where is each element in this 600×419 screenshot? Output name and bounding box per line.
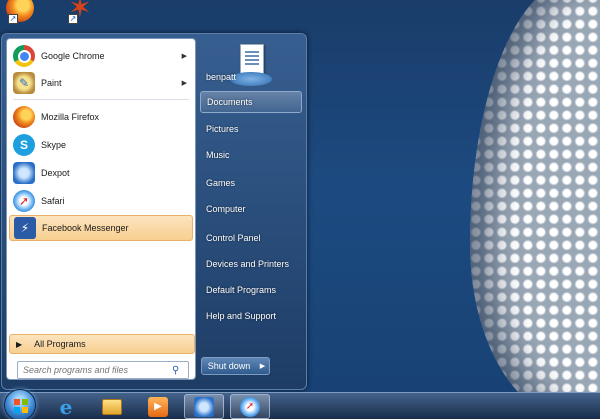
- shutdown-label: Shut down: [207, 361, 251, 371]
- right-item-benpatt[interactable]: benpatt: [200, 66, 302, 88]
- skype-icon: S: [13, 134, 35, 156]
- submenu-arrow-icon[interactable]: ▶: [182, 79, 187, 87]
- taskbar-internet-explorer[interactable]: e: [46, 394, 86, 419]
- right-item-label: Default Programs: [206, 285, 277, 295]
- taskbar-dexpot[interactable]: [184, 394, 224, 419]
- submenu-arrow-icon[interactable]: ▶: [182, 52, 187, 60]
- dexpot-icon: [13, 162, 35, 184]
- internet-explorer-icon: e: [59, 394, 73, 419]
- right-item-label: Documents: [207, 97, 253, 107]
- program-facebook-messenger[interactable]: ⚡ Facebook Messenger: [9, 215, 193, 241]
- right-item-label: Games: [206, 178, 236, 188]
- arrow-right-icon: ▶: [259, 363, 266, 370]
- desktop-app-shortcut-icon[interactable]: ✶ ↗: [66, 0, 96, 24]
- firefox-icon: [13, 106, 35, 128]
- right-item-devices-and-printers[interactable]: Devices and Printers: [200, 253, 302, 275]
- taskbar-safari[interactable]: ➚: [230, 394, 270, 419]
- program-skype[interactable]: S Skype: [9, 132, 193, 158]
- safari-icon: ➚: [13, 190, 35, 212]
- taskbar-media-player[interactable]: ▶: [138, 394, 178, 419]
- search-icon[interactable]: ⚲: [172, 365, 179, 376]
- program-label: Dexpot: [41, 168, 70, 178]
- start-menu: Google Chrome ▶ ✎ Paint ▶ Mozilla Firefo…: [1, 33, 307, 390]
- pinned-divider: [13, 99, 189, 100]
- search-input[interactable]: [18, 362, 168, 378]
- program-label: Google Chrome: [41, 51, 105, 61]
- windows-logo-icon: [14, 399, 28, 413]
- chrome-icon: [13, 45, 35, 67]
- all-programs-button[interactable]: ▶ All Programs: [9, 334, 195, 354]
- right-item-computer[interactable]: Computer: [200, 198, 302, 220]
- right-item-label: Computer: [206, 204, 246, 214]
- arrow-right-icon: ▶: [16, 339, 23, 349]
- right-item-label: Devices and Printers: [206, 259, 290, 269]
- program-label: Mozilla Firefox: [41, 112, 100, 122]
- right-item-label: Pictures: [206, 124, 239, 134]
- dexpot-icon: [194, 396, 214, 417]
- programs-pane: Google Chrome ▶ ✎ Paint ▶ Mozilla Firefo…: [6, 38, 196, 380]
- taskbar-windows-explorer[interactable]: [92, 394, 132, 419]
- program-safari[interactable]: ➚ Safari: [9, 188, 193, 214]
- right-item-default-programs[interactable]: Default Programs: [200, 279, 302, 301]
- right-item-label: benpatt: [206, 72, 237, 82]
- program-mozilla-firefox[interactable]: Mozilla Firefox: [9, 104, 193, 130]
- program-label: Skype: [41, 140, 67, 150]
- messenger-icon: ⚡: [14, 217, 36, 239]
- right-item-help-and-support[interactable]: Help and Support: [200, 305, 302, 327]
- shortcut-arrow-icon: ↗: [68, 14, 78, 24]
- right-item-label: Control Panel: [206, 233, 261, 243]
- right-item-music[interactable]: Music: [200, 144, 302, 166]
- right-item-label: Help and Support: [206, 311, 277, 321]
- right-item-documents[interactable]: Documents: [200, 91, 302, 113]
- media-player-icon: ▶: [148, 396, 168, 417]
- building-facade: [470, 0, 600, 392]
- program-label: Facebook Messenger: [42, 223, 129, 233]
- wallpaper-building: [470, 0, 600, 392]
- all-programs-label: All Programs: [34, 339, 86, 349]
- shutdown-options-button[interactable]: ▶: [256, 357, 270, 375]
- safari-icon: ➚: [240, 396, 260, 417]
- right-item-control-panel[interactable]: Control Panel: [200, 227, 302, 249]
- program-google-chrome[interactable]: Google Chrome ▶: [9, 43, 193, 69]
- program-label: Paint: [41, 78, 62, 88]
- search-box[interactable]: ⚲: [17, 361, 189, 379]
- program-label: Safari: [41, 196, 65, 206]
- paint-icon: ✎: [13, 72, 35, 94]
- taskbar: e ▶ ➚: [0, 389, 600, 419]
- shortcut-arrow-icon: ↗: [8, 14, 18, 24]
- start-button[interactable]: [4, 389, 36, 419]
- program-paint[interactable]: ✎ Paint ▶: [9, 70, 193, 96]
- windows-explorer-icon: [102, 398, 122, 415]
- program-dexpot[interactable]: Dexpot: [9, 160, 193, 186]
- desktop-firefox-icon[interactable]: ↗: [6, 0, 36, 24]
- shutdown-button[interactable]: Shut down: [201, 357, 257, 375]
- right-item-label: Music: [206, 150, 230, 160]
- right-item-pictures[interactable]: Pictures: [200, 118, 302, 140]
- right-item-games[interactable]: Games: [200, 172, 302, 194]
